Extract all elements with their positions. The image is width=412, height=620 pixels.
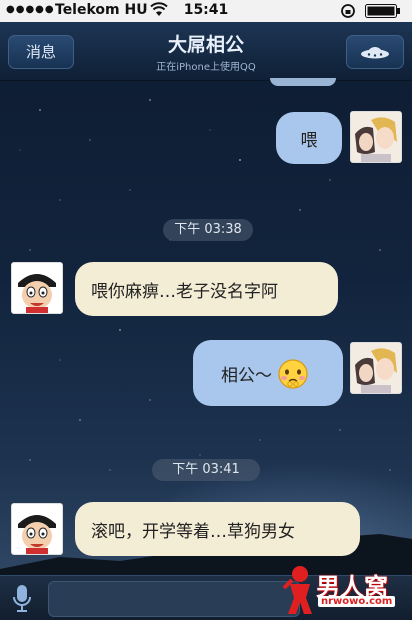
back-to-messages-button[interactable]: 消息 <box>8 35 74 69</box>
message-bubble-incoming[interactable]: 滚吧，开学等着…草狗男女 <box>75 502 360 556</box>
message-text: 滚吧，开学等着…草狗男女 <box>91 521 295 542</box>
luffy-cartoon-avatar-image <box>12 263 62 313</box>
rotation-lock-icon <box>341 4 355 18</box>
message-timestamp: 下午 03:41 <box>152 459 260 481</box>
microphone-icon[interactable] <box>10 582 34 614</box>
previous-message-bubble-fragment <box>270 78 336 86</box>
contact-avatar[interactable] <box>11 262 63 314</box>
shy-face-emoji-icon <box>278 359 308 389</box>
chat-contact-title: 大屌相公 <box>167 34 244 56</box>
message-bubble-outgoing[interactable]: 喂 <box>276 112 342 164</box>
status-bar: ●●●●● Telekom HU 15:41 <box>0 0 412 22</box>
battery-icon <box>365 4 400 18</box>
luffy-cartoon-avatar-image <box>12 504 62 554</box>
message-timestamp: 下午 03:38 <box>163 219 253 241</box>
my-avatar[interactable] <box>350 342 402 394</box>
message-text: 喂 <box>300 130 318 151</box>
message-text: 相公～ <box>221 365 272 386</box>
message-bubble-outgoing[interactable]: 相公～ <box>193 340 343 406</box>
anime-couple-avatar-image <box>351 343 401 393</box>
message-text-field[interactable] <box>48 581 300 617</box>
contact-status-subtitle: 正在iPhone上使用QQ <box>156 62 256 73</box>
ufo-icon <box>361 47 389 59</box>
watermark-url: nrwowo.com <box>318 596 396 607</box>
message-text: 喂你麻痹…老子没名字阿 <box>91 281 278 302</box>
anime-couple-avatar-image <box>351 112 401 162</box>
message-bubble-incoming[interactable]: 喂你麻痹…老子没名字阿 <box>75 262 338 316</box>
my-avatar[interactable] <box>350 111 402 163</box>
ufo-menu-button[interactable] <box>346 35 404 69</box>
contact-avatar[interactable] <box>11 503 63 555</box>
navigation-bar: 消息 大屌相公 正在iPhone上使用QQ <box>0 22 412 81</box>
